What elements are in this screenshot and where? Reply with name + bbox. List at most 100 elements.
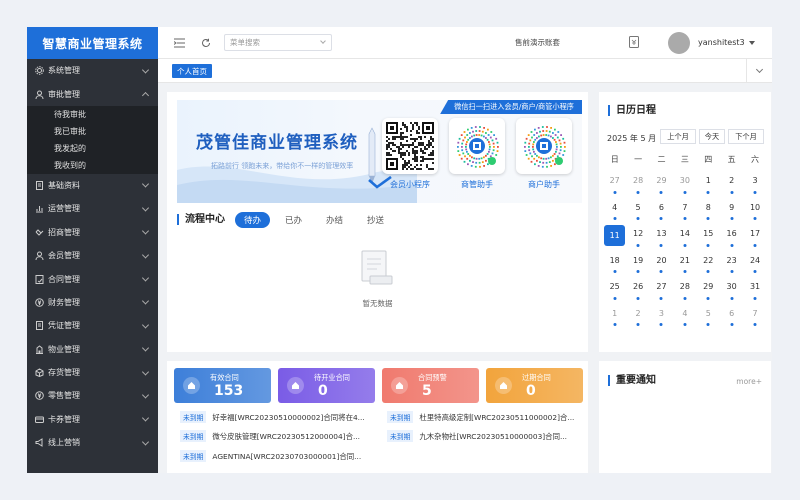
contract-stat-card[interactable]: 有效合同 153 — [174, 368, 271, 403]
refresh-icon[interactable] — [199, 36, 213, 50]
calendar-day[interactable]: 13 — [650, 225, 673, 252]
menu-collapse-icon[interactable] — [172, 36, 186, 50]
calendar-day-today[interactable]: 11 — [603, 225, 626, 252]
megaphone-icon — [35, 438, 44, 448]
calendar-day[interactable]: 2 — [720, 172, 743, 199]
calendar-day[interactable]: 31 — [743, 278, 766, 305]
event-dot — [636, 243, 640, 247]
calendar-day[interactable]: 22 — [697, 252, 720, 279]
event-dot — [613, 296, 617, 300]
sidebar-item[interactable]: 系统管理 — [27, 59, 158, 82]
today-button[interactable]: 今天 — [699, 129, 725, 144]
calendar-day[interactable]: 14 — [673, 225, 696, 252]
contract-list-item[interactable]: 未到期 AGENTINA[WRC20230703000001]合同... — [180, 450, 361, 462]
calendar-day[interactable]: 6 — [650, 199, 673, 226]
calendar-day[interactable]: 25 — [603, 278, 626, 305]
contract-stat-card[interactable]: 合同预警 5 — [382, 368, 479, 403]
sidebar-subitem[interactable]: 我已审批 — [27, 123, 158, 140]
tab-personal-home[interactable]: 个人首页 — [172, 64, 212, 78]
calendar-day[interactable]: 30 — [673, 172, 696, 199]
sidebar-item[interactable]: 线上营销 — [27, 431, 158, 454]
calendar-day[interactable]: 5 — [697, 305, 720, 332]
calendar-day[interactable]: 4 — [603, 199, 626, 226]
document-icon[interactable] — [629, 36, 639, 50]
workflow-tab[interactable]: 已办 — [276, 212, 311, 228]
calendar-day[interactable]: 28 — [626, 172, 649, 199]
calendar-day[interactable]: 18 — [603, 252, 626, 279]
calendar-day-number: 8 — [705, 202, 711, 212]
event-dot — [683, 243, 687, 247]
contract-list-item[interactable]: 未到期 杜里特高级定制[WRC20230511000002]合... — [387, 411, 574, 423]
contracts-panel: 有效合同 153 待开业合同 0 合同预警 5 过期合同 0 未到期 好幸福[WRC202305… — [167, 361, 588, 473]
contract-list-item[interactable]: 未到期 九木杂物社[WRC20230510000003]合同... — [387, 430, 567, 442]
calendar-day[interactable]: 5 — [626, 199, 649, 226]
chevron-up-icon — [141, 92, 150, 100]
calendar-day[interactable]: 17 — [743, 225, 766, 252]
stat-label: 合同预警 — [418, 373, 447, 382]
contract-stat-card[interactable]: 过期合同 0 — [486, 368, 583, 403]
calendar-day[interactable]: 29 — [697, 278, 720, 305]
calendar-day[interactable]: 9 — [720, 199, 743, 226]
sidebar-item[interactable]: 基础资料 — [27, 174, 158, 197]
sidebar-item[interactable]: 凭证管理 — [27, 314, 158, 337]
contract-list-item[interactable]: 未到期 微兮皮肤管理[WRC20230512000004]合... — [180, 430, 360, 442]
sidebar-item[interactable]: 会员管理 — [27, 244, 158, 267]
calendar-day[interactable]: 19 — [626, 252, 649, 279]
calendar-day[interactable]: 26 — [626, 278, 649, 305]
calendar-day-number: 20 — [656, 255, 667, 265]
sidebar-item[interactable]: 招商管理 — [27, 221, 158, 244]
calendar-day[interactable]: 15 — [697, 225, 720, 252]
calendar-day[interactable]: 23 — [720, 252, 743, 279]
calendar-day[interactable]: 4 — [673, 305, 696, 332]
calendar-day[interactable]: 7 — [673, 199, 696, 226]
calendar-day[interactable]: 8 — [697, 199, 720, 226]
avatar[interactable] — [668, 32, 690, 54]
calendar-day[interactable]: 3 — [743, 172, 766, 199]
workflow-tab[interactable]: 抄送 — [358, 212, 393, 228]
prev-month-button[interactable]: 上个月 — [660, 129, 696, 144]
calendar-day[interactable]: 1 — [697, 172, 720, 199]
menu-search-select[interactable]: 菜单搜索 — [224, 34, 332, 51]
calendar-day[interactable]: 7 — [743, 305, 766, 332]
sidebar-item[interactable]: 物业管理 — [27, 338, 158, 361]
sidebar-subitem[interactable]: 待我审批 — [27, 106, 158, 123]
sidebar-item[interactable]: 运营管理 — [27, 197, 158, 220]
sidebar-item[interactable]: 合同管理 — [27, 267, 158, 290]
sidebar-item[interactable]: 卡券管理 — [27, 408, 158, 431]
calendar-day-number: 22 — [703, 255, 714, 265]
calendar-day[interactable]: 12 — [626, 225, 649, 252]
calendar-day[interactable]: 3 — [650, 305, 673, 332]
notice-more-link[interactable]: more+ — [736, 377, 762, 386]
calendar-day[interactable]: 21 — [673, 252, 696, 279]
caret-down-icon[interactable] — [749, 41, 755, 45]
contract-list-item[interactable]: 未到期 好幸福[WRC20230510000002]合同将在4... — [180, 411, 365, 423]
sidebar-item[interactable]: 财务管理 — [27, 291, 158, 314]
calendar-day[interactable]: 20 — [650, 252, 673, 279]
calendar-day[interactable]: 2 — [626, 305, 649, 332]
calendar-day[interactable]: 28 — [673, 278, 696, 305]
event-dot — [683, 190, 687, 194]
sidebar-subitem[interactable]: 我发起的 — [27, 140, 158, 157]
sidebar-subitem[interactable]: 我收到的 — [27, 157, 158, 174]
sidebar-item[interactable]: 审批管理 — [27, 82, 158, 105]
calendar-day[interactable]: 24 — [743, 252, 766, 279]
user-name[interactable]: yanshitest3 — [698, 38, 745, 47]
calendar-day[interactable]: 6 — [720, 305, 743, 332]
calendar-day-number: 28 — [679, 282, 690, 291]
store-name[interactable]: 售前演示账套 — [515, 37, 560, 48]
calendar-day[interactable]: 10 — [743, 199, 766, 226]
next-month-button[interactable]: 下个月 — [728, 129, 764, 144]
tabs-more-button[interactable] — [746, 59, 772, 83]
calendar-day[interactable]: 29 — [650, 172, 673, 199]
calendar-day[interactable]: 27 — [603, 172, 626, 199]
workflow-tab[interactable]: 待办 — [235, 212, 271, 228]
calendar-day[interactable]: 16 — [720, 225, 743, 252]
calendar-day-number: 12 — [632, 229, 644, 238]
contract-stat-card[interactable]: 待开业合同 0 — [278, 368, 375, 403]
sidebar-item[interactable]: 存货管理 — [27, 361, 158, 384]
calendar-day[interactable]: 30 — [720, 278, 743, 305]
workflow-tab[interactable]: 办结 — [317, 212, 352, 228]
calendar-day[interactable]: 27 — [650, 278, 673, 305]
calendar-day[interactable]: 1 — [603, 305, 626, 332]
sidebar-item[interactable]: 零售管理 — [27, 384, 158, 407]
